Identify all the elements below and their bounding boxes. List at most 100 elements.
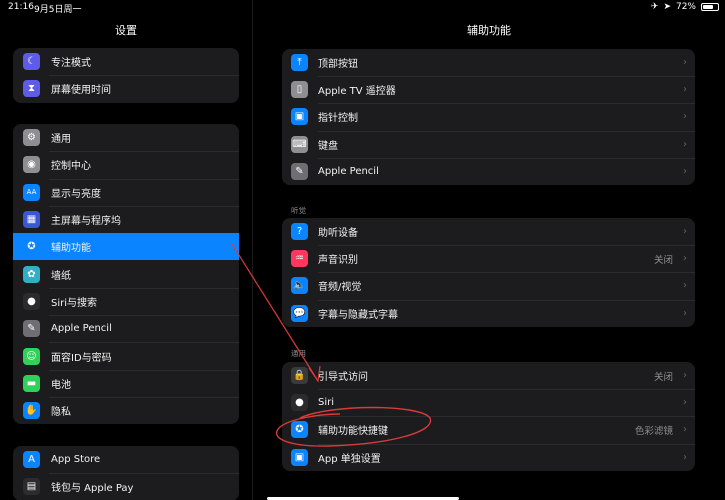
accessibility-icon: ✪ <box>23 238 40 256</box>
pointer-icon: ▣ <box>291 108 308 126</box>
setting-row-pencil[interactable]: ✎ Apple Pencil › <box>282 157 695 185</box>
status-bar: 21:16 9月5日周一 ✈ ➤ 72% <box>0 0 725 16</box>
text-size-icon: AA <box>23 183 40 201</box>
gear-icon: ⚙ <box>23 129 40 147</box>
toggles-icon: ◉ <box>23 156 40 174</box>
setting-row-pointer[interactable]: ▣ 指针控制 › <box>282 103 695 130</box>
app-store-icon: A <box>23 451 40 469</box>
face-id-icon: ☺ <box>23 347 40 365</box>
row-label: 音频/视觉 <box>318 282 362 294</box>
chevron-right-icon: › <box>683 253 687 265</box>
chevron-right-icon: › <box>683 226 687 238</box>
section-general: 通用 <box>291 349 306 358</box>
setting-row-ear[interactable]: ? 助听设备 › <box>282 218 695 245</box>
row-label: 控制中心 <box>51 161 91 173</box>
chevron-right-icon: › <box>683 111 687 123</box>
sidebar-item-pencil[interactable]: ✎ Apple Pencil <box>13 315 239 342</box>
settings-sidebar: 设置 ☾ 专注模式 ⧗ 屏幕使用时间 ⚙ 通用 ◉ 控制中心 AA 显示与亮度 ▦ 主屏幕与程序坞 ✪… <box>0 0 252 500</box>
home-grid-icon: ▦ <box>23 211 40 229</box>
hourglass-icon: ⧗ <box>23 80 40 98</box>
sidebar-item-flower[interactable]: ✿ 墙纸 <box>13 260 239 287</box>
app-settings-icon: ▣ <box>291 448 308 466</box>
row-label: 主屏幕与程序坞 <box>51 216 121 228</box>
sidebar-item-app-store[interactable]: A App Store <box>13 446 239 473</box>
pencil-icon: ✎ <box>23 320 40 338</box>
location-icon: ➤ <box>663 2 671 12</box>
chevron-right-icon: › <box>683 280 687 292</box>
row-label: App Store <box>51 454 101 466</box>
sidebar-group-focus: ☾ 专注模式 ⧗ 屏幕使用时间 <box>13 48 239 103</box>
row-label: 面容ID与密码 <box>51 352 112 364</box>
flower-icon: ✿ <box>23 265 40 283</box>
setting-row-keyboard[interactable]: ⌨ 键盘 › <box>282 130 695 158</box>
setting-row-remote[interactable]: ▯ Apple TV 遥控器 › <box>282 76 695 103</box>
status-date: 9月5日周一 <box>34 5 82 15</box>
setting-row-siri[interactable]: ● Siri › <box>282 389 695 416</box>
row-label: App 单独设置 <box>318 453 381 465</box>
row-label: Apple TV 遥控器 <box>318 86 396 98</box>
row-label: 指针控制 <box>318 113 358 125</box>
speaker-icon: 🔈 <box>291 277 308 295</box>
chevron-right-icon: › <box>683 370 687 382</box>
chevron-right-icon: › <box>683 424 687 436</box>
chevron-right-icon: › <box>683 397 687 409</box>
row-label: 键盘 <box>318 140 338 152</box>
row-label: 显示与亮度 <box>51 188 101 200</box>
captions-icon: 💬 <box>291 304 308 322</box>
setting-row-speaker[interactable]: 🔈 音频/视觉 › <box>282 272 695 299</box>
hearing-group: ? 助听设备 › ♒ 声音识别 关闭 › 🔈 音频/视觉 › 💬 字幕与隐藏式字幕 › <box>282 218 695 327</box>
battery-percent: 72% <box>675 2 696 12</box>
ear-icon: ? <box>291 223 308 241</box>
row-label: Apple Pencil <box>51 323 112 335</box>
row-label: 墙纸 <box>51 270 71 282</box>
row-label: 声音识别 <box>318 255 358 267</box>
row-value: 关闭 <box>653 371 673 383</box>
row-label: 字幕与隐藏式字幕 <box>318 309 398 321</box>
section-hearing: 听觉 <box>291 206 306 215</box>
keyboard-icon: ⌨ <box>291 135 308 153</box>
wallet-icon: ▤ <box>23 478 40 496</box>
sidebar-item-hourglass[interactable]: ⧗ 屏幕使用时间 <box>13 75 239 102</box>
sidebar-item-toggles[interactable]: ◉ 控制中心 <box>13 151 239 178</box>
setting-row-captions[interactable]: 💬 字幕与隐藏式字幕 › <box>282 299 695 327</box>
siri-icon: ● <box>291 394 308 412</box>
pane-title: 辅助功能 <box>467 24 511 37</box>
chevron-right-icon: › <box>683 57 687 69</box>
row-label: 助听设备 <box>318 228 358 240</box>
general-group: 🔒 引导式访问 关闭 › ● Siri › ✪ 辅助功能快捷键 色彩滤镜 › ▣ App 单独设置 › <box>282 362 695 471</box>
status-time: 21:16 <box>8 2 34 12</box>
pencil-icon: ✎ <box>291 162 308 180</box>
row-value: 色彩滤镜 <box>634 425 673 437</box>
row-label: 专注模式 <box>51 58 91 70</box>
airplane-icon: ✈ <box>650 2 659 12</box>
sidebar-item-text-size[interactable]: AA 显示与亮度 <box>13 178 239 206</box>
sidebar-item-battery[interactable]: ▬ 电池 <box>13 369 239 397</box>
sidebar-item-accessibility[interactable]: ✪ 辅助功能 <box>13 233 239 261</box>
sidebar-item-gear[interactable]: ⚙ 通用 <box>13 124 239 151</box>
setting-row-top-button[interactable]: ⤒ 顶部按钮 › <box>282 49 695 76</box>
setting-row-app-settings[interactable]: ▣ App 单独设置 › <box>282 443 695 471</box>
row-label: 隐私 <box>51 407 71 419</box>
remote-icon: ▯ <box>291 81 308 99</box>
row-label: 钱包与 Apple Pay <box>51 483 134 495</box>
hand-icon: ✋ <box>23 402 40 420</box>
row-value: 关闭 <box>653 254 673 266</box>
setting-row-waveform[interactable]: ♒ 声音识别 关闭 › <box>282 245 695 272</box>
row-label: 电池 <box>51 379 71 391</box>
accessibility-icon: ✪ <box>291 421 308 439</box>
row-label: Siri与搜索 <box>51 297 98 309</box>
physical-motor-group: ⤒ 顶部按钮 › ▯ Apple TV 遥控器 › ▣ 指针控制 › ⌨ 键盘 › ✎ Apple Pen… <box>282 49 695 185</box>
sidebar-item-wallet[interactable]: ▤ 钱包与 Apple Pay <box>13 473 239 500</box>
chevron-right-icon: › <box>683 307 687 319</box>
sidebar-item-home-grid[interactable]: ▦ 主屏幕与程序坞 <box>13 205 239 233</box>
row-label: Apple Pencil <box>318 165 379 177</box>
sidebar-title: 设置 <box>115 24 137 37</box>
accessibility-pane: 辅助功能 ⤒ 顶部按钮 › ▯ Apple TV 遥控器 › ▣ 指针控制 › ⌨ 键盘 › ✎ Appl… <box>253 0 725 500</box>
sidebar-item-siri[interactable]: ● Siri与搜索 <box>13 287 239 315</box>
chevron-right-icon: › <box>683 165 687 177</box>
sidebar-item-hand[interactable]: ✋ 隐私 <box>13 396 239 424</box>
sidebar-item-moon[interactable]: ☾ 专注模式 <box>13 48 239 75</box>
setting-row-lock[interactable]: 🔒 引导式访问 关闭 › <box>282 362 695 389</box>
setting-row-accessibility[interactable]: ✪ 辅助功能快捷键 色彩滤镜 › <box>282 416 695 443</box>
sidebar-item-face-id[interactable]: ☺ 面容ID与密码 <box>13 342 239 369</box>
